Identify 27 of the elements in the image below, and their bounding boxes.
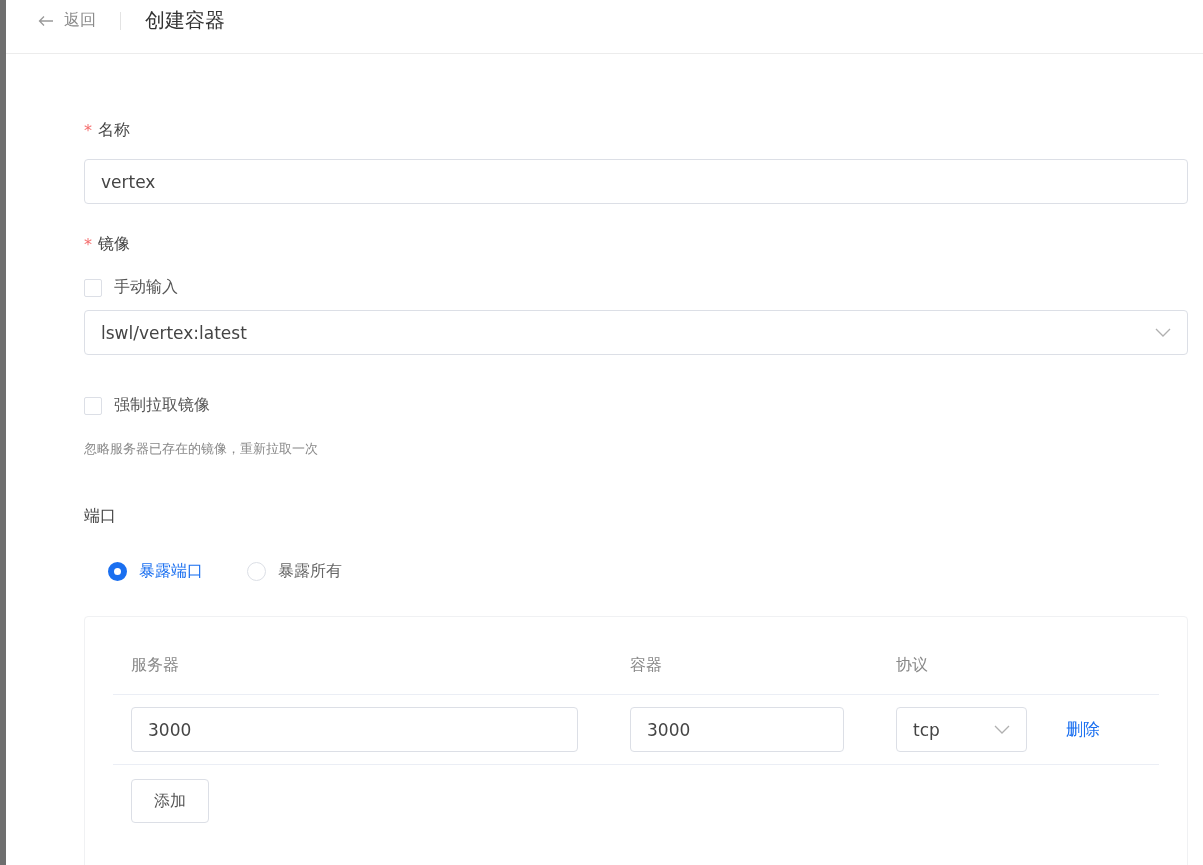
checkbox-label: 手动输入 (114, 277, 178, 298)
column-header: 协议 (896, 655, 928, 676)
delete-link[interactable]: 删除 (1066, 718, 1100, 741)
back-link[interactable]: 返回 (38, 10, 96, 31)
page-title: 创建容器 (145, 7, 225, 34)
column-header: 服务器 (131, 655, 179, 676)
field-label: 名称 (98, 120, 130, 141)
field-label: 镜像 (98, 234, 130, 255)
checkbox[interactable] (84, 396, 102, 415)
container-port-input[interactable]: 3000 (630, 707, 844, 752)
name-input[interactable]: vertex (84, 159, 1188, 204)
arrow-left-icon (38, 14, 54, 27)
required-mark: * (84, 235, 92, 254)
column-header: 容器 (630, 655, 662, 676)
checkbox[interactable] (84, 278, 102, 297)
chevron-down-icon (994, 724, 1010, 735)
chevron-down-icon (1155, 327, 1171, 338)
hint-text: 忽略服务器已存在的镜像，重新拉取一次 (84, 440, 319, 458)
server-port-input[interactable]: 3000 (131, 707, 578, 752)
radio-option[interactable]: 暴露所有 (247, 561, 342, 582)
field-label: 端口 (84, 506, 116, 527)
image-select[interactable]: lswl/vertex:latest (84, 310, 1188, 355)
required-mark: * (84, 121, 92, 140)
protocol-select[interactable]: tcp (896, 707, 1027, 752)
add-button[interactable]: 添加 (131, 779, 209, 823)
radio-option[interactable]: 暴露端口 (108, 561, 203, 582)
checkbox-label: 强制拉取镜像 (114, 395, 210, 416)
